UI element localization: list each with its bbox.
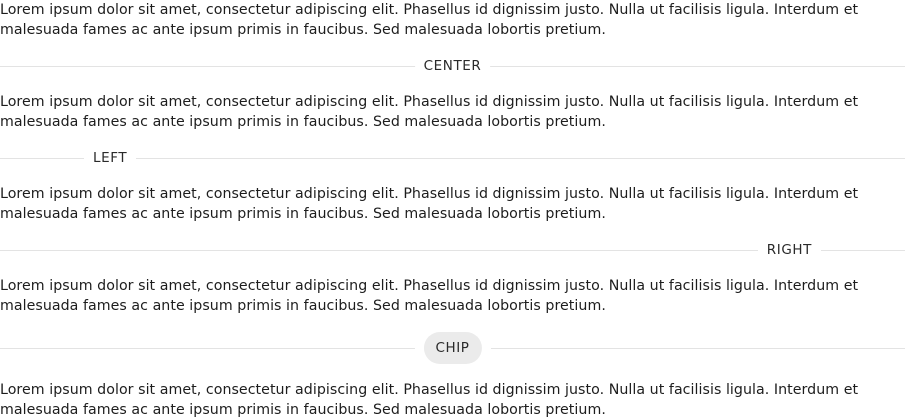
divider-right: RIGHT <box>0 241 905 259</box>
divider-chip-container: CHIP <box>414 332 491 364</box>
paragraph-3-line-2: malesuada fames ac ante ipsum primis in … <box>0 206 606 222</box>
paragraph-5: Lorem ipsum dolor sit amet, consectetur … <box>0 380 900 420</box>
paragraph-5-line-2: malesuada fames ac ante ipsum primis in … <box>0 402 606 418</box>
divider-right-label: RIGHT <box>757 241 821 259</box>
paragraph-3-line-1: Lorem ipsum dolor sit amet, consectetur … <box>0 186 859 202</box>
paragraph-4-line-2: malesuada fames ac ante ipsum primis in … <box>0 298 606 314</box>
paragraph-1-line-1: Lorem ipsum dolor sit amet, consectetur … <box>0 2 859 18</box>
divider-center-label: CENTER <box>414 57 491 75</box>
divider-center: CENTER <box>0 57 905 75</box>
paragraph-4: Lorem ipsum dolor sit amet, consectetur … <box>0 276 900 316</box>
paragraph-3: Lorem ipsum dolor sit amet, consectetur … <box>0 184 900 224</box>
paragraph-2-line-1: Lorem ipsum dolor sit amet, consectetur … <box>0 94 859 110</box>
paragraph-1: Lorem ipsum dolor sit amet, consectetur … <box>0 0 900 40</box>
divider-left-label: LEFT <box>84 149 137 167</box>
divider-chip: CHIP <box>0 332 905 364</box>
chip-button[interactable]: CHIP <box>423 332 482 364</box>
paragraph-2: Lorem ipsum dolor sit amet, consectetur … <box>0 92 900 132</box>
paragraph-4-line-1: Lorem ipsum dolor sit amet, consectetur … <box>0 278 859 294</box>
paragraph-5-line-1: Lorem ipsum dolor sit amet, consectetur … <box>0 382 859 398</box>
paragraph-2-line-2: malesuada fames ac ante ipsum primis in … <box>0 114 606 130</box>
divider-demo-page: Lorem ipsum dolor sit amet, consectetur … <box>0 0 905 420</box>
paragraph-1-line-2: malesuada fames ac ante ipsum primis in … <box>0 22 606 38</box>
divider-left: LEFT <box>0 149 905 167</box>
